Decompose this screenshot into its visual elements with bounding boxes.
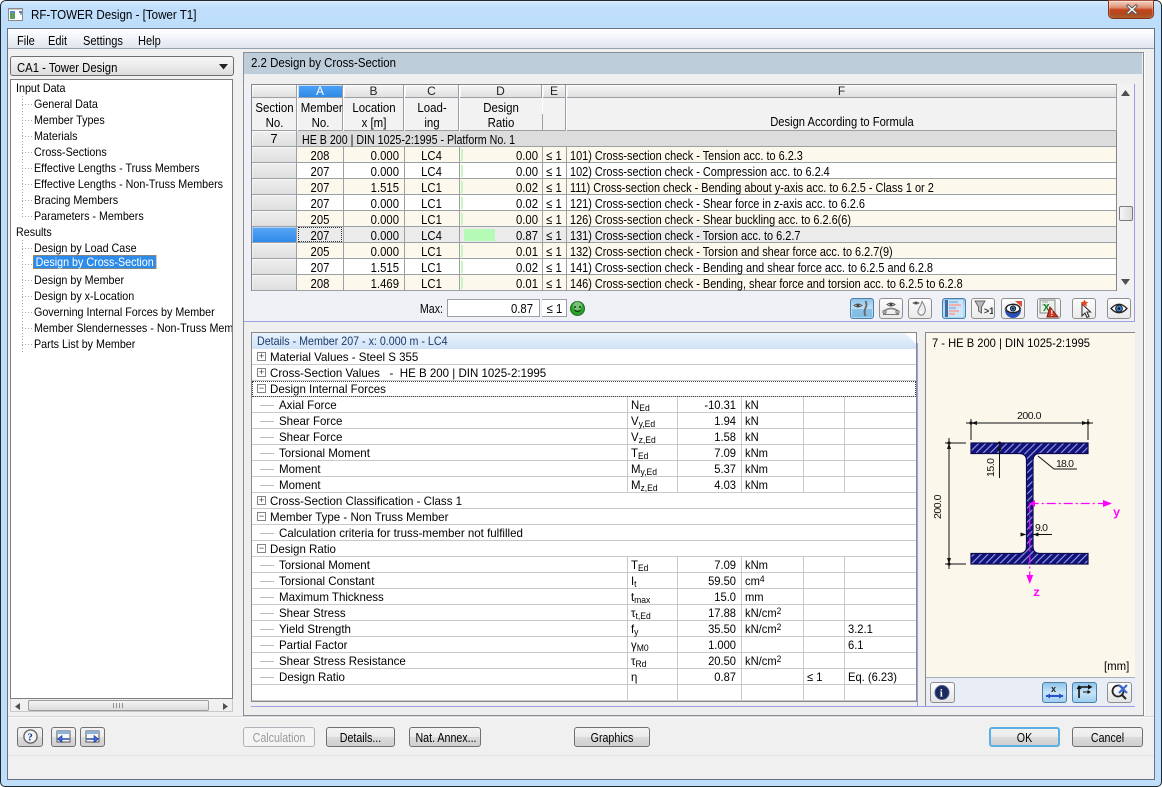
- svg-text:200.0: 200.0: [932, 494, 944, 519]
- svg-text:!: !: [1051, 309, 1054, 318]
- svg-text:x: x: [1051, 684, 1056, 694]
- svg-text:?: ?: [27, 732, 33, 744]
- svg-text:15.0: 15.0: [985, 458, 997, 477]
- svg-text:i: i: [940, 688, 943, 700]
- svg-text:z: z: [1033, 586, 1040, 600]
- svg-text:9.0: 9.0: [1035, 522, 1048, 534]
- svg-text:>1: >1: [984, 306, 993, 316]
- svg-text:200.0: 200.0: [1017, 410, 1042, 422]
- svg-text:18.0: 18.0: [1056, 458, 1074, 470]
- svg-text:y: y: [1113, 506, 1120, 520]
